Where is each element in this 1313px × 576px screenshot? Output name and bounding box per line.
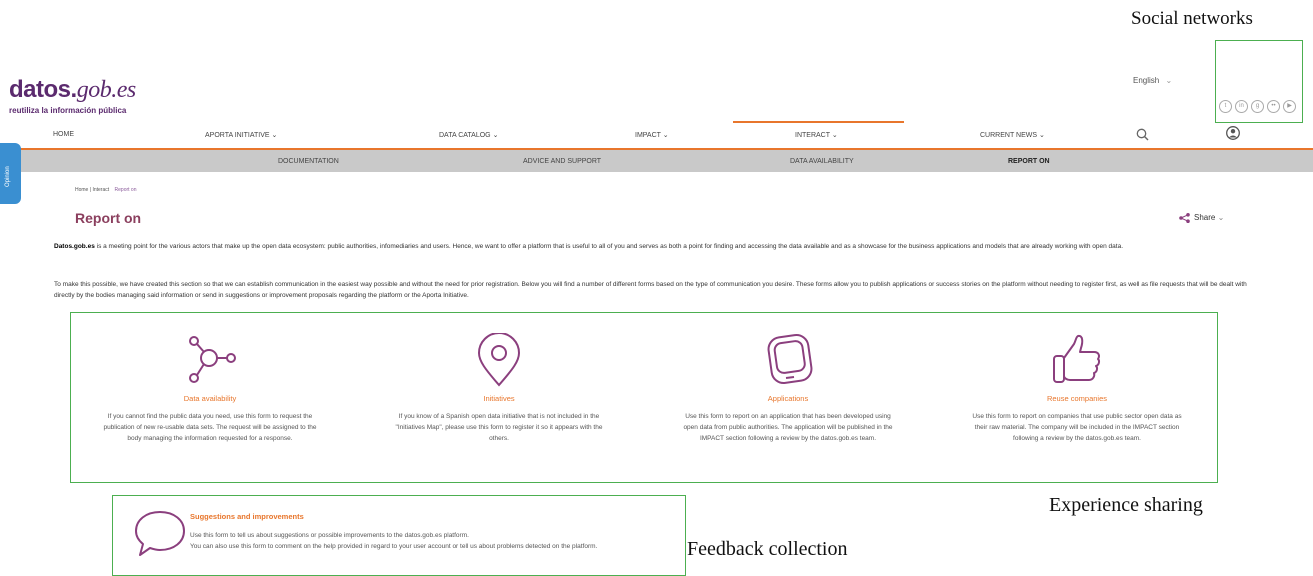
card-title-applications[interactable]: Applications [688, 394, 888, 403]
network-icon [189, 336, 236, 383]
chevron-down-icon: ⌄ [1217, 213, 1225, 223]
site-tagline: reutiliza la información pública [9, 106, 127, 115]
youtube-icon[interactable]: ▶ [1283, 100, 1296, 113]
flickr-icon[interactable]: •• [1267, 100, 1280, 113]
description-paragraph: To make this possible, we have created t… [54, 281, 1247, 299]
speech-bubble-icon [135, 511, 185, 556]
chevron-down-icon: ⌄ [1039, 132, 1045, 139]
annotation-experience-sharing: Experience sharing [1049, 494, 1203, 516]
subnav-bar [0, 150, 1313, 172]
nav-item-impact[interactable]: IMPACT ⌄ [635, 131, 669, 139]
subnav-item-advice-support[interactable]: ADVICE AND SUPPORT [523, 158, 601, 165]
thumbs-up-icon [1053, 334, 1101, 383]
github-icon[interactable]: g [1251, 100, 1264, 113]
map-pin-icon [477, 333, 521, 387]
linkedin-icon[interactable]: in [1235, 100, 1248, 113]
opinion-side-tab[interactable]: Opinion [0, 143, 21, 204]
card-text-applications: Use this form to report on an applicatio… [683, 413, 893, 442]
nav-item-interact[interactable]: INTERACT ⌄ [795, 131, 838, 139]
user-account-icon[interactable] [1226, 126, 1240, 140]
nav-item-home[interactable]: HOME [53, 131, 74, 138]
chevron-down-icon: ⌄ [662, 132, 669, 139]
card-text-reuse-companies: Use this form to report on companies tha… [972, 413, 1182, 442]
suggestions-text: Use this form to tell us about suggestio… [190, 530, 690, 552]
card-text-initiatives: If you know of a Spanish open data initi… [395, 413, 603, 442]
share-icon [1179, 213, 1190, 223]
annotation-feedback-collection: Feedback collection [687, 538, 848, 560]
language-selector[interactable]: English ⌄ [1133, 76, 1172, 85]
twitter-icon[interactable]: t [1219, 100, 1232, 113]
nav-item-aporta[interactable]: APORTA INITIATIVE ⌄ [205, 131, 277, 139]
chevron-down-icon: ⌄ [271, 132, 278, 139]
device-icon [767, 333, 813, 385]
chevron-down-icon: ⌄ [1165, 76, 1173, 85]
card-title-initiatives[interactable]: Initiatives [399, 394, 599, 403]
share-button[interactable]: Share ⌄ [1179, 213, 1224, 223]
page-title: Report on [75, 210, 142, 226]
chevron-down-icon: ⌄ [831, 132, 838, 139]
site-logo[interactable]: datos.gob.es [9, 76, 136, 104]
breadcrumb-separator: | [89, 187, 92, 193]
nav-item-data-catalog[interactable]: DATA CATALOG ⌄ [439, 131, 498, 139]
opinion-tab-label: Opinion [5, 166, 11, 187]
annotation-social-networks: Social networks [1131, 8, 1253, 29]
breadcrumb-interact[interactable]: Interact [92, 187, 109, 193]
nav-item-current-news[interactable]: CURRENT NEWS ⌄ [980, 131, 1045, 139]
suggestions-line-2: You can also use this form to comment on… [190, 543, 598, 550]
card-title-reuse-companies[interactable]: Reuse companies [977, 394, 1177, 403]
subnav-item-report-on[interactable]: REPORT ON [1008, 158, 1050, 165]
breadcrumb-current: Report on [114, 187, 137, 193]
card-title-data-availability[interactable]: Data availability [110, 394, 310, 403]
subnav-item-data-availability[interactable]: DATA AVAILABILITY [790, 158, 854, 165]
breadcrumb-home[interactable]: Home [75, 187, 88, 193]
breadcrumb: Home | Interact Report on [75, 187, 136, 193]
intro-paragraph: Datos.gob.es is a meeting point for the … [54, 243, 1124, 250]
suggestions-line-1: Use this form to tell us about suggestio… [190, 532, 469, 539]
search-icon[interactable] [1136, 128, 1149, 141]
chevron-down-icon: ⌄ [492, 132, 499, 139]
suggestions-title[interactable]: Suggestions and improvements [190, 512, 304, 521]
card-text-data-availability: If you cannot find the public data you n… [103, 413, 317, 442]
subnav-item-documentation[interactable]: DOCUMENTATION [278, 158, 339, 165]
